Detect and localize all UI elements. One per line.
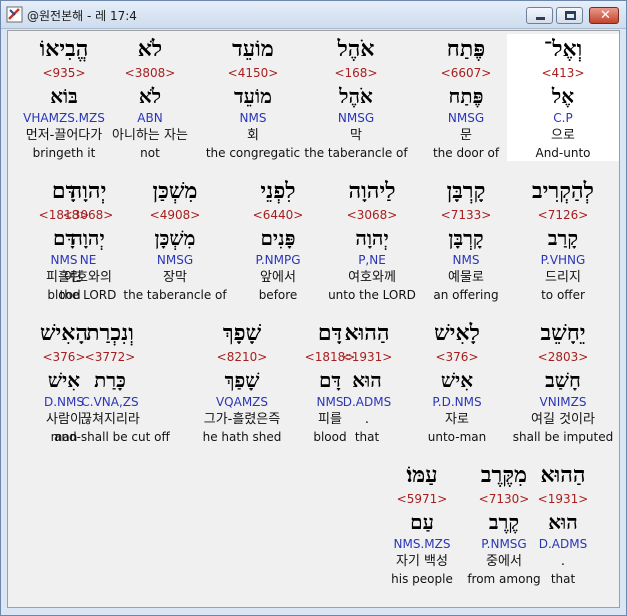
korean-gloss: 드리지 — [545, 270, 581, 285]
morphology-code: P.VHNG — [540, 253, 586, 267]
lexical-form: דָּם — [52, 226, 76, 250]
strong-number: <168> — [334, 66, 378, 80]
word-unit[interactable]: מוֹעֵד <4150> מוֹעֵד NMS 회 the congregatic — [197, 34, 309, 161]
korean-gloss: 먼저-끌어다가 — [25, 128, 103, 143]
korean-gloss: 문 — [460, 128, 472, 143]
word-unit[interactable]: הָאִישׁ <376> אִישׁ D.NMS 사람이 man — [8, 318, 120, 445]
korean-gloss: 회 — [247, 128, 259, 143]
hebrew-word: וְאֶל־ — [543, 36, 583, 62]
morphology-code: VHAMZS.MZS — [23, 111, 105, 125]
english-gloss: before — [258, 288, 298, 302]
lexical-form: שָׁפַךְ — [224, 368, 260, 392]
lexical-form: מוֹעֵד — [234, 84, 272, 108]
app-window: @원전본해 - 레 17:4 ✕ וְאֶל־ <413> אֶל C.P 으로 And-… — [0, 0, 627, 616]
lexical-form: עַם — [410, 510, 434, 534]
lexical-form: אִישׁ — [47, 368, 81, 392]
word-unit[interactable]: יֵחָשֵׁב <2803> חָשַׁב VNIMZS 여길 것이라 shall be… — [507, 318, 619, 445]
english-gloss: shall be imputed — [512, 430, 614, 444]
maximize-button[interactable] — [556, 7, 583, 24]
english-gloss: he hath shed — [202, 430, 282, 444]
strong-number: <6440> — [252, 208, 304, 222]
word-unit[interactable]: שָׁפָךְ <8210> שָׁפַךְ VQAMZS 그가-흘렸은즉 he hath… — [186, 318, 298, 445]
english-gloss: his people — [391, 572, 453, 586]
korean-gloss: 사람이 — [46, 412, 82, 427]
morphology-code: NMSG — [337, 111, 375, 125]
strong-number: <2803> — [537, 350, 589, 364]
minimize-icon — [536, 17, 545, 20]
lexical-form: בּוֹא — [50, 84, 78, 108]
morphology-code: NMS.MZS — [393, 537, 451, 551]
english-gloss: man — [50, 430, 78, 444]
hebrew-word: יֵחָשֵׁב — [540, 320, 586, 346]
lexical-form: אֹהֶל — [339, 84, 373, 108]
title-bar[interactable]: @원전본해 - 레 17:4 ✕ — [1, 1, 626, 29]
bible-app-icon — [6, 6, 23, 23]
hebrew-word: הָאִישׁ — [39, 320, 89, 346]
hebrew-word: לְהַקְרִיב — [532, 178, 594, 204]
korean-gloss: 으로 — [551, 128, 575, 143]
korean-gloss: 피흘린 — [46, 270, 82, 285]
word-unit[interactable]: עַמּוֹ׃ <5971> עַם NMS.MZS 자기 백성 his people — [366, 460, 478, 587]
english-gloss: the taberancle of — [304, 146, 408, 160]
lexical-form: קָרַב — [547, 226, 579, 250]
english-gloss: blood — [47, 288, 81, 302]
minimize-button[interactable] — [526, 7, 553, 24]
english-gloss: the congregatic — [205, 146, 301, 160]
interlinear-panel: וְאֶל־ <413> אֶל C.P 으로 And-unto פֶּתַח <6607> פ… — [7, 30, 620, 608]
morphology-code: D.NMS — [43, 395, 84, 409]
korean-gloss: 앞에서 — [260, 270, 296, 285]
word-unit[interactable]: אֹהֶל <168> אֹהֶל NMSG 막 the taberancle of — [300, 34, 412, 161]
window-title: @원전본해 - 레 17:4 — [27, 9, 137, 23]
word-unit[interactable]: לְהַקְרִיב <7126> קָרַב P.VHNG 드리지 to offer — [507, 176, 619, 303]
hebrew-word: עַמּוֹ׃ — [406, 462, 438, 488]
lexical-form: אֶל — [551, 84, 575, 108]
hebrew-word: מוֹעֵד — [232, 36, 274, 62]
hebrew-word: שָׁפָךְ — [222, 320, 262, 346]
word-unit[interactable]: דָּם <1818> דָּם NMS 피흘린 blood — [8, 176, 120, 303]
word-unit[interactable]: הֱבִיאוֹ <935> בּוֹא VHAMZS.MZS 먼저-끌어다가 bring… — [8, 34, 120, 161]
english-gloss: bringeth it — [32, 146, 96, 160]
morphology-code: VQAMZS — [215, 395, 269, 409]
morphology-code: VNIMZS — [539, 395, 587, 409]
hebrew-word: אֹהֶל — [337, 36, 375, 62]
word-unit[interactable]: לִפְנֵי <6440> פָּנִים P.NMPG 앞에서 before — [222, 176, 334, 303]
hebrew-word: הֱבִיאוֹ — [39, 36, 89, 62]
korean-gloss: 막 — [350, 128, 362, 143]
strong-number: <376> — [42, 350, 86, 364]
korean-gloss: 여길 것이라 — [531, 412, 595, 427]
lexical-form: פָּנִים — [260, 226, 296, 250]
lexical-form: חָשַׁב — [545, 368, 581, 392]
morphology-code: NMS — [239, 111, 267, 125]
korean-gloss: 그가-흘렸은즉 — [203, 412, 281, 427]
english-gloss: to offer — [541, 288, 585, 302]
morphology-code: P.NMPG — [255, 253, 301, 267]
strong-number: <7126> — [537, 208, 589, 222]
close-button[interactable]: ✕ — [589, 7, 619, 24]
strong-number: <8210> — [216, 350, 268, 364]
korean-gloss: 자기 백성 — [396, 554, 448, 569]
hebrew-word: דָּם — [51, 178, 77, 204]
close-icon: ✕ — [600, 8, 611, 23]
maximize-icon — [565, 11, 576, 20]
morphology-code: NMSG — [447, 111, 485, 125]
word-unit[interactable]: וְאֶל־ <413> אֶל C.P 으로 And-unto — [507, 34, 619, 161]
strong-number: <413> — [541, 66, 585, 80]
morphology-code: C.P — [553, 111, 573, 125]
strong-number: <935> — [42, 66, 86, 80]
hebrew-word: פֶּתַח — [446, 36, 486, 62]
word-unit[interactable]: פֶּתַח <6607> פֶּתַח NMSG 문 the door of — [410, 34, 522, 161]
lexical-form: פֶּתַח — [448, 84, 484, 108]
strong-number: <5971> — [396, 492, 448, 506]
morphology-code: NMS — [50, 253, 78, 267]
english-gloss: the door of — [432, 146, 500, 160]
hebrew-word: לִפְנֵי — [260, 178, 296, 204]
strong-number: <1818> — [38, 208, 90, 222]
strong-number: <4150> — [227, 66, 279, 80]
english-gloss: And-unto — [535, 146, 591, 160]
strong-number: <6607> — [440, 66, 492, 80]
